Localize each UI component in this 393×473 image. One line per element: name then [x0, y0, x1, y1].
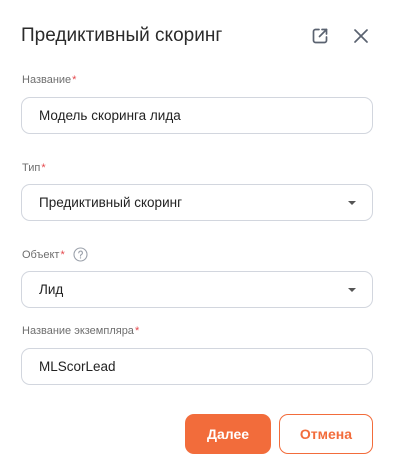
dialog-header: Предиктивный скоринг — [21, 22, 373, 52]
dialog: Предиктивный скоринг Название* Тип* Пред… — [0, 0, 393, 473]
object-field-label: Объект * — [22, 247, 88, 262]
type-label-text: Тип — [22, 162, 41, 174]
name-field-label: Название * — [22, 73, 76, 87]
instance-name-input[interactable] — [39, 359, 356, 374]
object-select[interactable]: Лид — [21, 271, 373, 308]
object-label-text: Объект — [22, 248, 60, 261]
cancel-button[interactable]: Отмена — [279, 414, 373, 454]
name-input[interactable] — [39, 108, 356, 123]
instance-name-field[interactable] — [21, 348, 373, 385]
dialog-title: Предиктивный скоринг — [21, 25, 223, 46]
external-link-icon[interactable] — [308, 24, 332, 48]
chevron-down-icon[interactable] — [348, 200, 356, 205]
type-field-label: Тип * — [22, 161, 46, 175]
type-select[interactable]: Предиктивный скоринг — [21, 184, 373, 221]
close-icon[interactable] — [349, 24, 373, 48]
required-mark: * — [134, 325, 140, 337]
required-mark: * — [60, 248, 65, 261]
object-select-value: Лид — [39, 282, 64, 297]
instance-name-field-label: Название экземпляра * — [22, 324, 139, 338]
help-circle-icon[interactable] — [73, 247, 88, 262]
chevron-down-icon[interactable] — [348, 287, 356, 292]
instance-name-label-text: Название экземпляра — [22, 325, 134, 337]
name-label-text: Название — [22, 74, 72, 86]
name-field[interactable] — [21, 97, 373, 134]
next-button[interactable]: Далее — [185, 414, 271, 454]
required-mark: * — [72, 74, 77, 86]
type-select-value: Предиктивный скоринг — [39, 195, 182, 210]
required-mark: * — [41, 162, 46, 174]
